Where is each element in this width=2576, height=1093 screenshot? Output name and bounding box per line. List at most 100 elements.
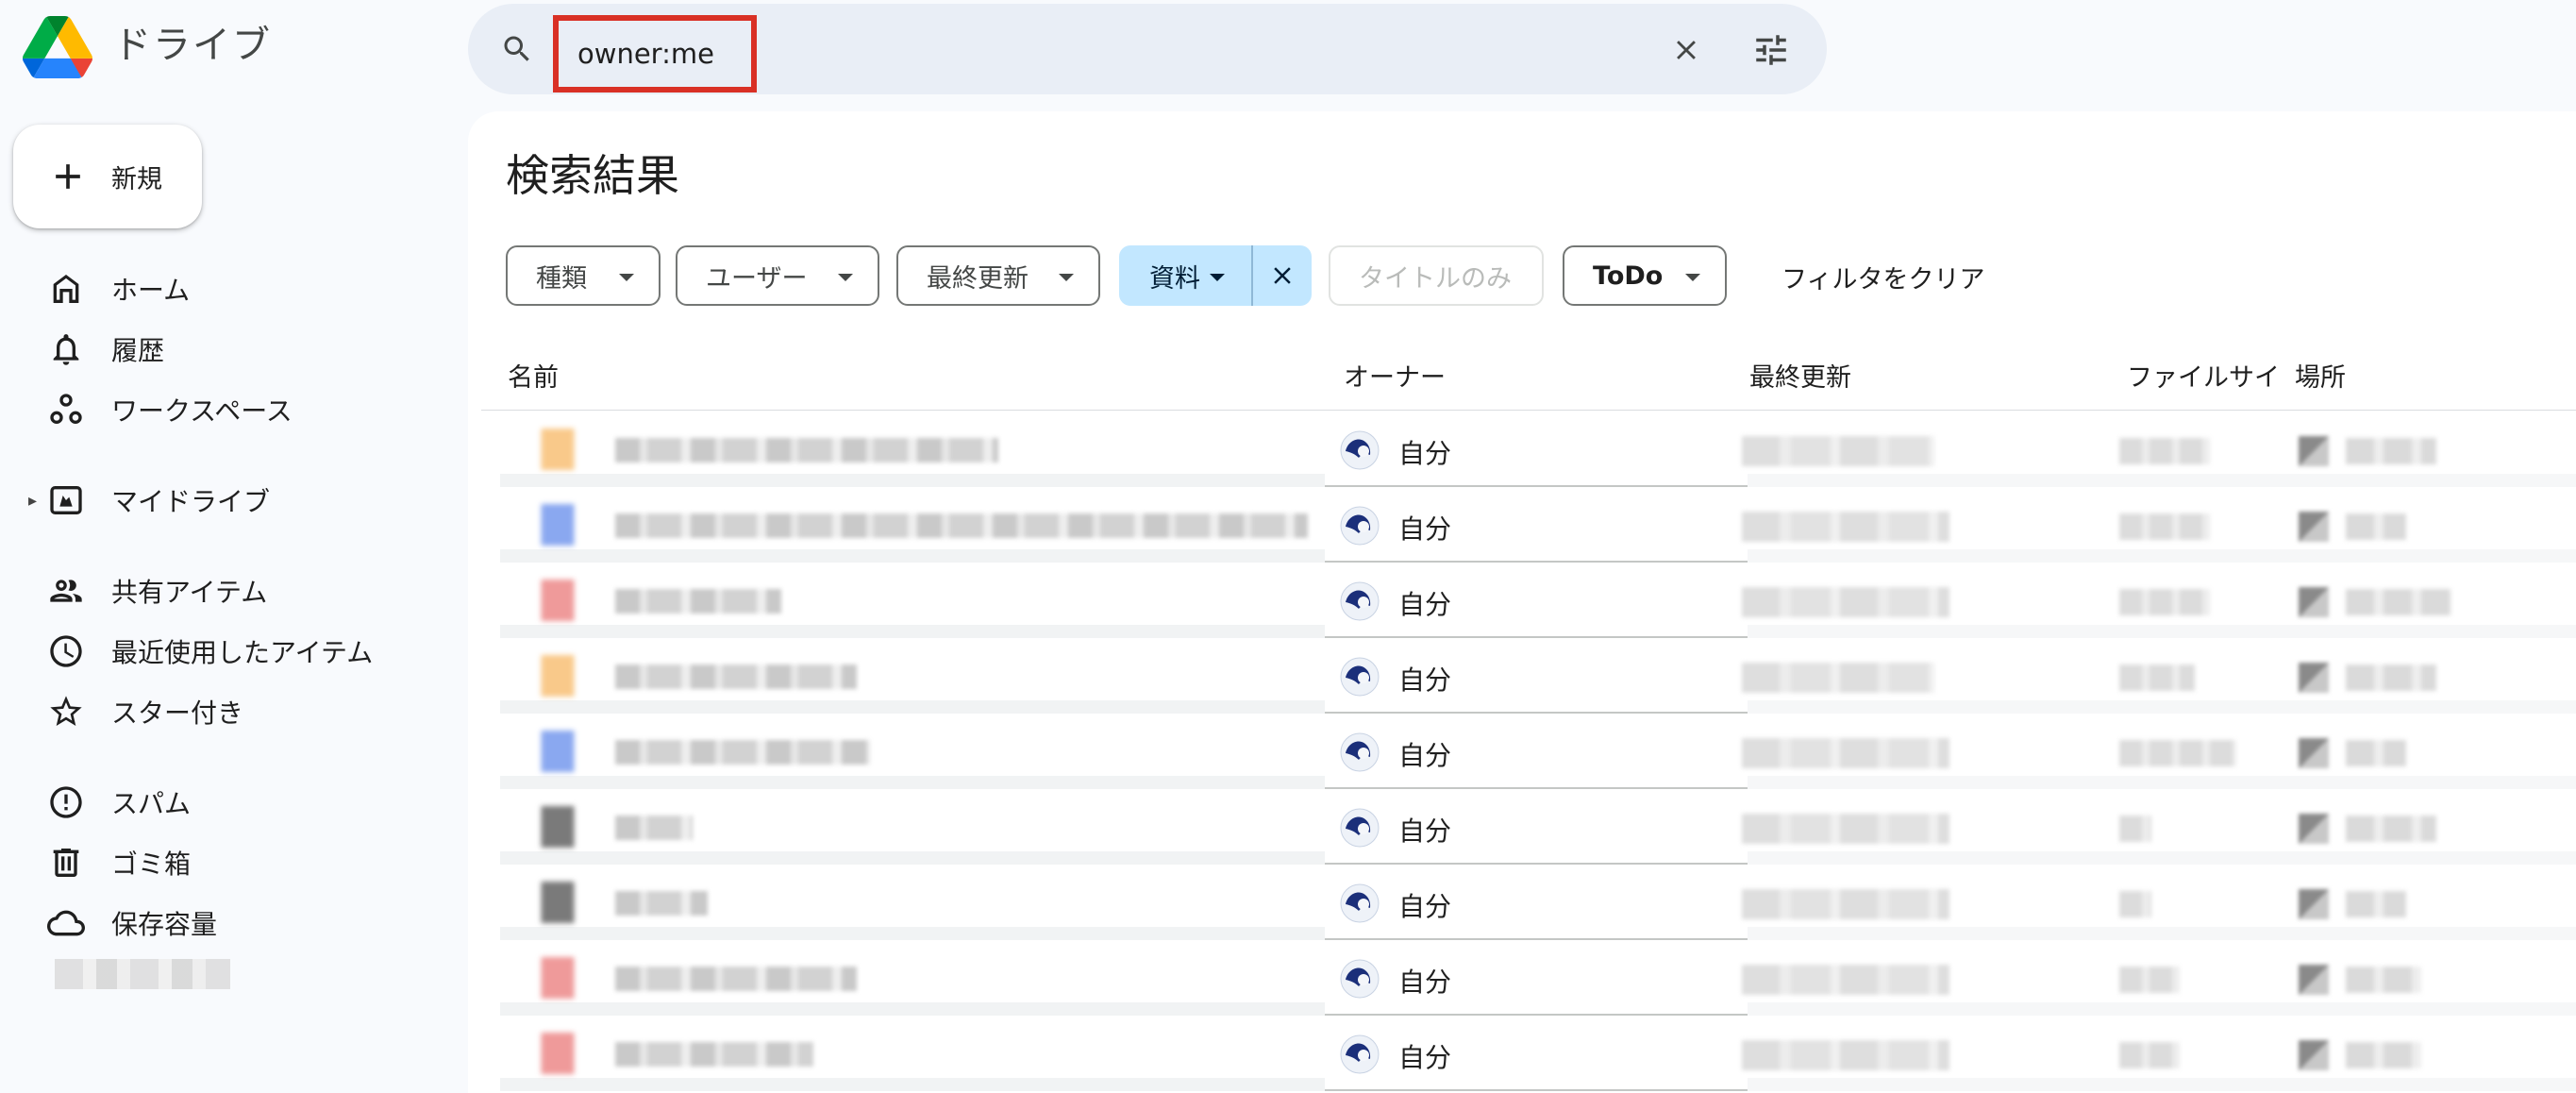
drive-logo-icon[interactable]: [23, 15, 92, 79]
header-divider: [481, 410, 2576, 411]
location-redacted[interactable]: [2346, 816, 2436, 842]
location-redacted[interactable]: [2346, 664, 2436, 691]
location-redacted[interactable]: [2346, 589, 2451, 615]
modified-date-redacted: [1742, 738, 1949, 768]
file-name-redacted[interactable]: [615, 513, 1308, 538]
folder-icon: [2299, 587, 2329, 617]
app-title: ドライブ: [113, 24, 272, 67]
sidebar-item-storage[interactable]: 保存容量: [0, 895, 453, 951]
filter-modified-chip[interactable]: 最終更新: [896, 245, 1100, 306]
table-row[interactable]: 自分: [481, 487, 2576, 563]
file-type-icon: [536, 882, 579, 923]
search-bar[interactable]: [468, 4, 1827, 94]
owner-name: 自分: [1398, 740, 1452, 771]
row-stripe: [500, 549, 1325, 563]
sidebar-item-history[interactable]: 履歴: [0, 321, 453, 378]
filter-todo-chip[interactable]: ToDo: [1563, 245, 1727, 306]
filter-title-only-chip[interactable]: タイトルのみ: [1329, 245, 1544, 306]
owner-name: 自分: [1398, 891, 1452, 922]
filter-user-chip[interactable]: ユーザー: [676, 245, 879, 306]
column-header-modified[interactable]: 最終更新: [1749, 357, 1851, 394]
column-header-location[interactable]: 場所: [2295, 357, 2346, 394]
file-type-icon: [536, 655, 579, 697]
owner-name: 自分: [1398, 589, 1452, 620]
expand-caret-icon[interactable]: ▸: [28, 491, 37, 511]
spam-icon: [45, 782, 87, 823]
filter-docs-chip[interactable]: 資料: [1119, 245, 1251, 306]
avatar: [1340, 1034, 1380, 1074]
row-stripe: [1748, 1002, 2576, 1016]
storage-usage-redacted: [55, 959, 230, 989]
remove-filter-button[interactable]: [1251, 245, 1312, 306]
table-row[interactable]: 自分: [481, 412, 2576, 487]
location-redacted[interactable]: [2346, 1042, 2421, 1068]
file-type-icon: [536, 504, 579, 546]
table-row[interactable]: 自分: [481, 940, 2576, 1016]
cloud-icon: [45, 902, 87, 944]
sidebar-item-label: 履歴: [111, 335, 165, 366]
file-name-redacted[interactable]: [615, 589, 781, 614]
new-button-label: 新規: [111, 164, 162, 194]
file-type-icon: [536, 957, 579, 999]
sidebar-item-my-drive[interactable]: ▸ マイドライブ: [0, 472, 453, 529]
sidebar-item-shared[interactable]: 共有アイテム: [0, 563, 453, 619]
file-name-redacted[interactable]: [615, 816, 693, 840]
table-row[interactable]: 自分: [481, 789, 2576, 865]
filter-type-chip[interactable]: 種類: [506, 245, 661, 306]
dropdown-arrow-icon: [1685, 274, 1700, 281]
folder-icon: [2299, 436, 2329, 466]
clear-filters-button[interactable]: フィルタをクリア: [1781, 259, 1984, 295]
row-stripe: [500, 1002, 1325, 1016]
file-name-redacted[interactable]: [615, 1042, 813, 1067]
column-header-name[interactable]: 名前: [508, 357, 559, 394]
sidebar-item-home[interactable]: ホーム: [0, 261, 453, 317]
location-redacted[interactable]: [2346, 438, 2436, 464]
sidebar-item-starred[interactable]: スター付き: [0, 683, 453, 740]
table-row[interactable]: 自分: [481, 638, 2576, 714]
table-row[interactable]: 自分: [481, 865, 2576, 940]
avatar: [1340, 506, 1380, 546]
search-icon[interactable]: [500, 32, 534, 66]
table-row[interactable]: 自分: [481, 714, 2576, 789]
tune-icon[interactable]: [1751, 30, 1791, 70]
row-stripe: [1748, 474, 2576, 487]
close-icon[interactable]: [1670, 34, 1702, 66]
table-row[interactable]: 自分: [481, 1016, 2576, 1091]
location-redacted[interactable]: [2346, 967, 2421, 993]
owner-name: 自分: [1398, 1042, 1452, 1073]
file-size-redacted: [2119, 740, 2236, 766]
column-header-size[interactable]: ファイルサイ: [2127, 357, 2280, 394]
modified-date-redacted: [1742, 1040, 1949, 1070]
location-redacted[interactable]: [2346, 891, 2406, 917]
modified-date-redacted: [1742, 512, 1949, 542]
file-name-redacted[interactable]: [615, 438, 998, 462]
sidebar-item-spam[interactable]: スパム: [0, 774, 453, 831]
workspaces-icon: [45, 389, 87, 430]
row-stripe: [1748, 549, 2576, 563]
sidebar-item-recent[interactable]: 最近使用したアイテム: [0, 623, 453, 680]
modified-date-redacted: [1742, 814, 1949, 844]
file-size-redacted: [2119, 891, 2151, 917]
table-row[interactable]: 自分: [481, 563, 2576, 638]
avatar: [1340, 581, 1380, 621]
trash-icon: [45, 842, 87, 883]
plus-icon: [56, 164, 80, 189]
column-header-owner[interactable]: オーナー: [1344, 357, 1446, 394]
location-redacted[interactable]: [2346, 740, 2406, 766]
file-type-icon: [536, 731, 579, 772]
search-query-highlight[interactable]: [553, 15, 757, 92]
file-name-redacted[interactable]: [615, 891, 708, 916]
location-redacted[interactable]: [2346, 513, 2406, 540]
search-input[interactable]: [577, 38, 738, 70]
row-stripe: [1748, 700, 2576, 714]
file-name-redacted[interactable]: [615, 967, 857, 991]
sidebar-item-workspaces[interactable]: ワークスペース: [0, 381, 453, 438]
file-name-redacted[interactable]: [615, 664, 857, 689]
row-stripe: [500, 474, 1325, 487]
file-name-redacted[interactable]: [615, 740, 870, 765]
new-button[interactable]: 新規: [13, 125, 202, 228]
sidebar-item-label: スター付き: [111, 698, 244, 729]
sidebar-item-trash[interactable]: ゴミ箱: [0, 834, 453, 891]
row-stripe: [500, 776, 1325, 789]
row-stripe: [500, 625, 1325, 638]
